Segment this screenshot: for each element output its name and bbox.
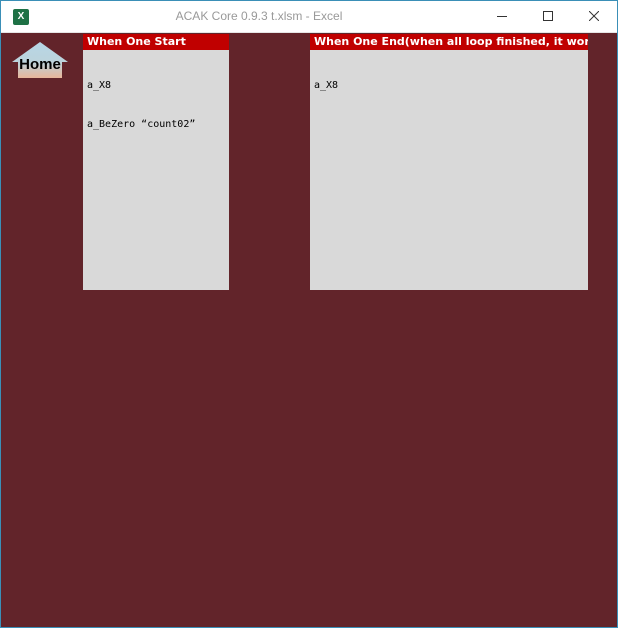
excel-window: X ACAK Core 0.9.3 t.xlsm - Excel Home Wh… — [0, 0, 618, 628]
when-one-end-panel[interactable]: When One End(when all loop finished, it … — [310, 34, 588, 290]
minimize-button[interactable] — [479, 1, 525, 32]
title-bar[interactable]: X ACAK Core 0.9.3 t.xlsm - Excel — [1, 1, 617, 33]
start-line-1: a_X8 — [87, 80, 112, 91]
close-icon — [589, 11, 599, 21]
worksheet-area[interactable]: Home When One Start a_X8 a_BeZero “count… — [3, 33, 615, 627]
home-button[interactable]: Home — [12, 42, 68, 78]
window-title: ACAK Core 0.9.3 t.xlsm - Excel — [175, 9, 343, 23]
minimize-icon — [497, 16, 507, 17]
maximize-icon — [543, 11, 553, 21]
panel-header-end: When One End(when all loop finished, it … — [310, 34, 588, 50]
end-line-1: a_X8 — [314, 80, 339, 91]
maximize-button[interactable] — [525, 1, 571, 32]
home-label: Home — [19, 56, 61, 73]
close-button[interactable] — [571, 1, 617, 32]
when-one-start-panel[interactable]: When One Start a_X8 a_BeZero “count02” — [83, 34, 229, 290]
panel-header-start: When One Start — [83, 34, 229, 50]
start-line-2: a_BeZero “count02” — [87, 119, 196, 130]
